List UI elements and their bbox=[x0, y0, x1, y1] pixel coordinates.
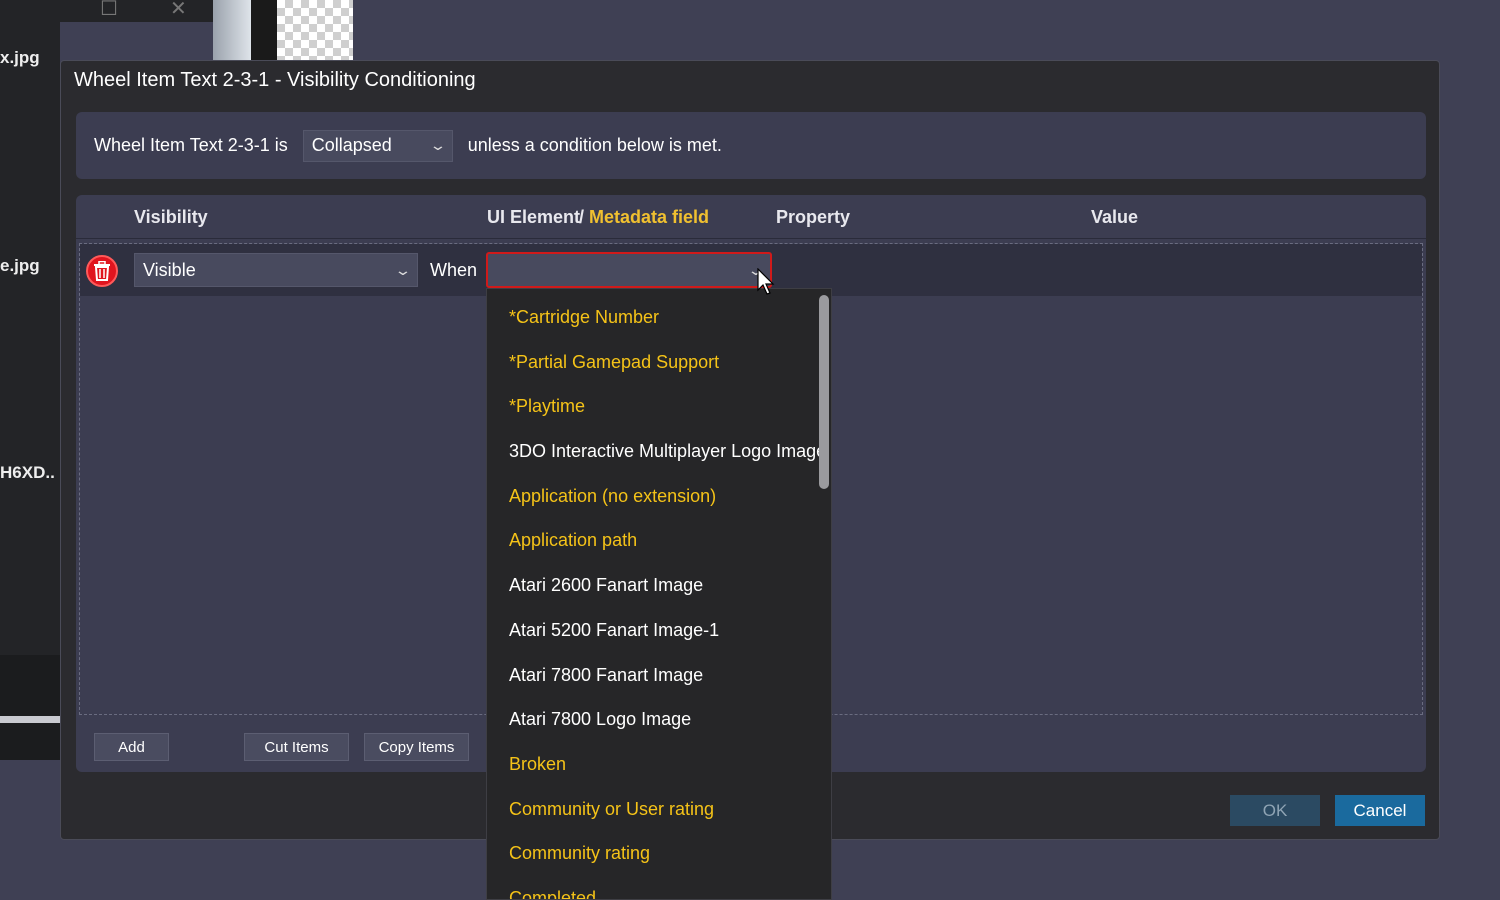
dropdown-list: *Cartridge Number *Partial Gamepad Suppor… bbox=[487, 295, 819, 899]
dialog-title: Wheel Item Text 2-3-1 - Visibility Condi… bbox=[74, 69, 476, 91]
default-visibility-panel: Wheel Item Text 2-3-1 is Collapsed ⌄ unl… bbox=[76, 112, 1426, 179]
dropdown-item[interactable]: Application (no extension) bbox=[487, 474, 819, 519]
ok-button[interactable]: OK bbox=[1230, 795, 1320, 826]
column-header-separator: / bbox=[579, 207, 585, 227]
chevron-down-icon: ⌄ bbox=[394, 261, 412, 278]
dropdown-item[interactable]: Community or User rating bbox=[487, 787, 819, 832]
trash-icon bbox=[94, 261, 110, 281]
background-scrollbar bbox=[0, 716, 60, 723]
dropdown-item[interactable]: *Cartridge Number bbox=[487, 295, 819, 340]
default-visibility-prefix: Wheel Item Text 2-3-1 is bbox=[94, 135, 288, 155]
background-file-panel bbox=[0, 0, 60, 760]
background-file-panel-lower bbox=[0, 655, 60, 760]
column-header-ui-element: UI Element bbox=[487, 207, 581, 227]
ui-element-select[interactable]: ⌄ bbox=[486, 252, 772, 288]
column-header-metadata-field: Metadata field bbox=[589, 207, 710, 227]
dropdown-item[interactable]: *Partial Gamepad Support bbox=[487, 340, 819, 385]
dropdown-item[interactable]: Atari 5200 Fanart Image-1 bbox=[487, 608, 819, 653]
ui-element-dropdown[interactable]: *Cartridge Number *Partial Gamepad Suppor… bbox=[486, 288, 832, 900]
dropdown-item[interactable]: Broken bbox=[487, 742, 819, 787]
copy-items-button[interactable]: Copy Items bbox=[364, 733, 469, 761]
background-file-name: e.jpg bbox=[0, 256, 40, 275]
column-header-visibility: Visibility bbox=[134, 207, 208, 227]
dropdown-item[interactable]: Application path bbox=[487, 518, 819, 563]
maximize-icon: ☐ bbox=[100, 0, 118, 20]
header-divider bbox=[76, 238, 1426, 239]
column-header-value: Value bbox=[1091, 207, 1139, 227]
background-thumbnail bbox=[251, 0, 277, 60]
default-visibility-suffix: unless a condition below is met. bbox=[467, 135, 722, 155]
dropdown-item[interactable]: *Playtime bbox=[487, 384, 819, 429]
cancel-button[interactable]: Cancel bbox=[1335, 795, 1425, 826]
dropdown-scrollbar-thumb[interactable] bbox=[819, 295, 829, 489]
add-button[interactable]: Add bbox=[94, 733, 169, 761]
dropdown-item[interactable]: Atari 7800 Logo Image bbox=[487, 697, 819, 742]
default-visibility-value: Collapsed bbox=[311, 135, 392, 155]
dropdown-item[interactable]: 3DO Interactive Multiplayer Logo Image bbox=[487, 429, 819, 474]
cut-items-button[interactable]: Cut Items bbox=[244, 733, 349, 761]
dropdown-item[interactable]: Community rating bbox=[487, 831, 819, 876]
dropdown-item[interactable]: Atari 7800 Fanart Image bbox=[487, 653, 819, 698]
column-header-property: Property bbox=[776, 207, 851, 227]
background-file-name: H6XD.. bbox=[0, 463, 55, 482]
background-file-name: x.jpg bbox=[0, 48, 40, 67]
default-visibility-select[interactable]: Collapsed ⌄ bbox=[302, 129, 453, 162]
close-icon: ✕ bbox=[170, 0, 187, 20]
delete-condition-button[interactable] bbox=[86, 255, 118, 287]
when-label: When bbox=[430, 260, 478, 280]
chevron-down-icon: ⌄ bbox=[429, 137, 447, 153]
background-transparent-thumbnail bbox=[277, 0, 353, 60]
condition-visibility-value: Visible bbox=[143, 259, 196, 280]
dropdown-item[interactable]: Atari 2600 Fanart Image bbox=[487, 563, 819, 608]
background-thumbnail bbox=[213, 0, 251, 60]
mouse-pointer-icon bbox=[757, 268, 775, 295]
condition-visibility-select[interactable]: Visible ⌄ bbox=[134, 253, 418, 287]
dropdown-item[interactable]: Completed bbox=[487, 876, 819, 899]
